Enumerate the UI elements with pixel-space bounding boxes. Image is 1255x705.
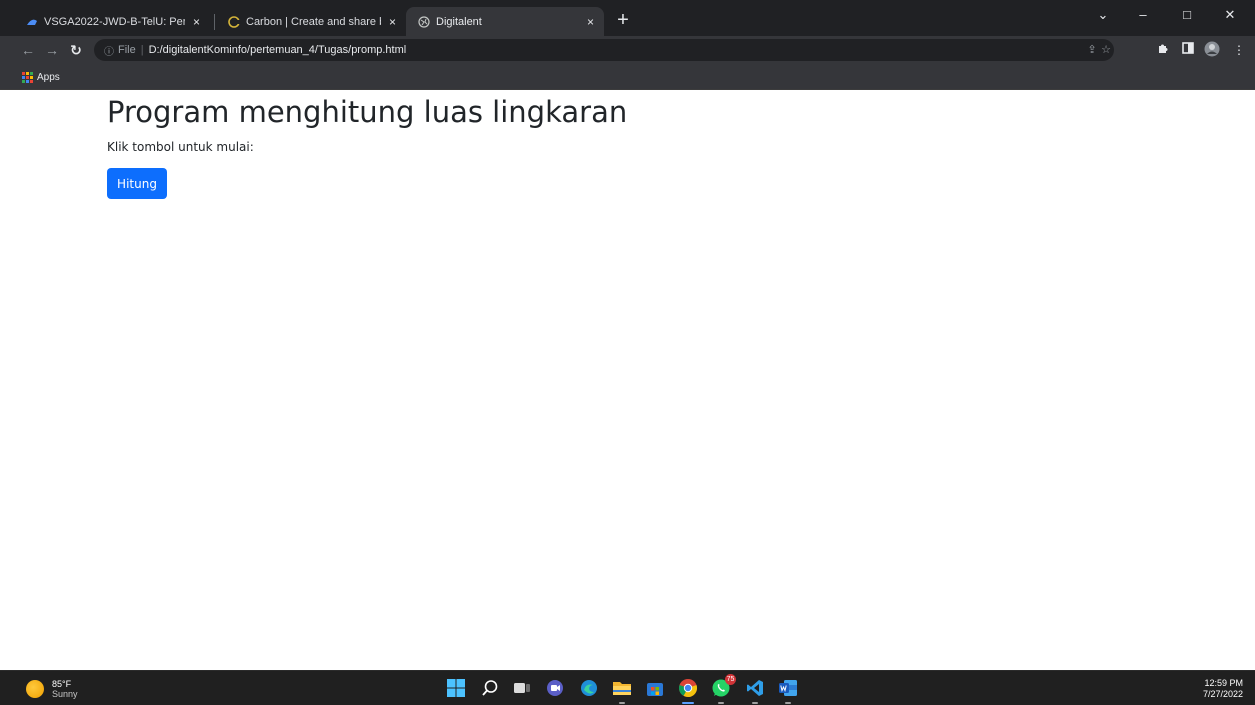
teams-chat-icon[interactable] <box>544 677 566 699</box>
running-indicator <box>752 702 758 704</box>
vscode-logo-icon <box>747 680 763 696</box>
store-bag-icon <box>647 683 663 696</box>
maximize-icon[interactable]: □ <box>1164 0 1210 30</box>
weather-condition: Sunny <box>52 689 78 699</box>
avatar-icon <box>1204 41 1220 57</box>
new-tab-button[interactable]: + <box>612 9 634 31</box>
whatsapp-badge: 75 <box>725 674 736 685</box>
weather-text: 85°F Sunny <box>52 679 78 699</box>
file-explorer-icon[interactable] <box>611 677 633 704</box>
address-bar[interactable]: ⓘ File | D:/digitalentKominfo/pertemuan_… <box>94 39 1114 61</box>
word-logo-icon <box>779 680 797 696</box>
clock-time: 12:59 PM <box>1204 678 1243 688</box>
system-clock[interactable]: 12:59 PM 7/27/2022 <box>1203 678 1243 700</box>
tab-separator <box>214 14 215 30</box>
tab-close-icon[interactable]: × <box>193 15 200 29</box>
whatsapp-icon[interactable]: 75 <box>710 674 736 704</box>
page-title: Program menghitung luas lingkaran <box>107 95 628 129</box>
bookmarks-bar: Apps <box>0 64 1255 90</box>
tab-title: VSGA2022-JWD-B-TelU: Pengumu <box>44 15 185 28</box>
info-icon[interactable]: ⓘ <box>104 43 114 58</box>
tab-title: Carbon | Create and share beauti <box>246 15 381 28</box>
minimize-icon[interactable]: – <box>1120 0 1166 30</box>
profile-avatar[interactable] <box>1203 41 1221 59</box>
puzzle-icon <box>1159 44 1168 53</box>
running-indicator <box>619 702 625 704</box>
reload-icon[interactable]: ↻ <box>66 40 86 60</box>
clock-date: 7/27/2022 <box>1202 689 1243 699</box>
forward-icon[interactable]: → <box>42 40 62 60</box>
bookmark-star-icon[interactable]: ☆ <box>1098 42 1114 58</box>
active-indicator <box>682 702 694 704</box>
url-scheme: File <box>118 44 136 56</box>
close-window-icon[interactable]: ✕ <box>1207 0 1253 30</box>
carbon-icon <box>228 15 240 28</box>
vscode-icon[interactable] <box>744 677 766 704</box>
tab-strip: VSGA2022-JWD-B-TelU: Pengumu × Carbon | … <box>0 0 1255 36</box>
running-indicator <box>718 702 724 704</box>
tab-carbon[interactable]: Carbon | Create and share beauti × <box>216 7 406 36</box>
windows-start-icon[interactable] <box>445 677 467 699</box>
tab-close-icon[interactable]: × <box>587 15 594 29</box>
url-text: D:/digitalentKominfo/pertemuan_4/Tugas/p… <box>148 44 407 56</box>
task-view-icon[interactable] <box>511 677 533 699</box>
edge-icon[interactable] <box>578 677 600 699</box>
url-divider: | <box>140 44 144 56</box>
magnifier-icon <box>482 680 498 696</box>
hitung-button[interactable]: Hitung <box>107 168 167 199</box>
folder-icon <box>613 682 631 695</box>
chrome-icon[interactable] <box>677 677 699 704</box>
weather-widget[interactable]: 85°F Sunny <box>26 676 78 702</box>
windows-taskbar: 85°F Sunny 75 12:59 PM 7/27/2022 <box>0 670 1255 705</box>
globe-icon <box>418 15 430 28</box>
web-page: Program menghitung luas lingkaran Klik t… <box>0 90 1255 670</box>
chat-bubble-icon <box>547 680 563 696</box>
search-icon[interactable] <box>479 677 501 699</box>
menu-kebab-icon[interactable]: ⋮ <box>1230 41 1248 59</box>
sun-icon <box>26 680 44 698</box>
tab-title: Digitalent <box>436 15 482 28</box>
word-icon[interactable] <box>777 677 799 704</box>
bookmark-apps-label: Apps <box>37 71 60 83</box>
extensions-icon[interactable] <box>1154 41 1172 59</box>
back-icon[interactable]: ← <box>18 40 38 60</box>
bookmark-apps[interactable]: Apps <box>22 70 60 84</box>
side-panel-icon[interactable] <box>1179 41 1197 59</box>
weather-temp: 85°F <box>52 679 72 689</box>
task-view-glyph <box>514 683 530 693</box>
apps-grid-icon <box>22 71 33 83</box>
microsoft-store-icon[interactable] <box>644 677 666 699</box>
edge-logo-icon <box>581 680 597 696</box>
side-panel-glyph <box>1182 42 1194 54</box>
chrome-logo-icon <box>678 679 698 698</box>
browser-toolbar: ← → ↻ ⓘ File | D:/digitalentKominfo/pert… <box>0 36 1255 64</box>
moodle-icon <box>27 19 37 25</box>
tab-close-icon[interactable]: × <box>389 15 396 29</box>
windows-logo-icon <box>447 679 465 697</box>
running-indicator <box>785 702 791 704</box>
tab-vsga[interactable]: VSGA2022-JWD-B-TelU: Pengumu × <box>14 7 210 36</box>
page-description: Klik tombol untuk mulai: <box>107 140 254 154</box>
tab-digitalent[interactable]: Digitalent × <box>406 7 604 36</box>
